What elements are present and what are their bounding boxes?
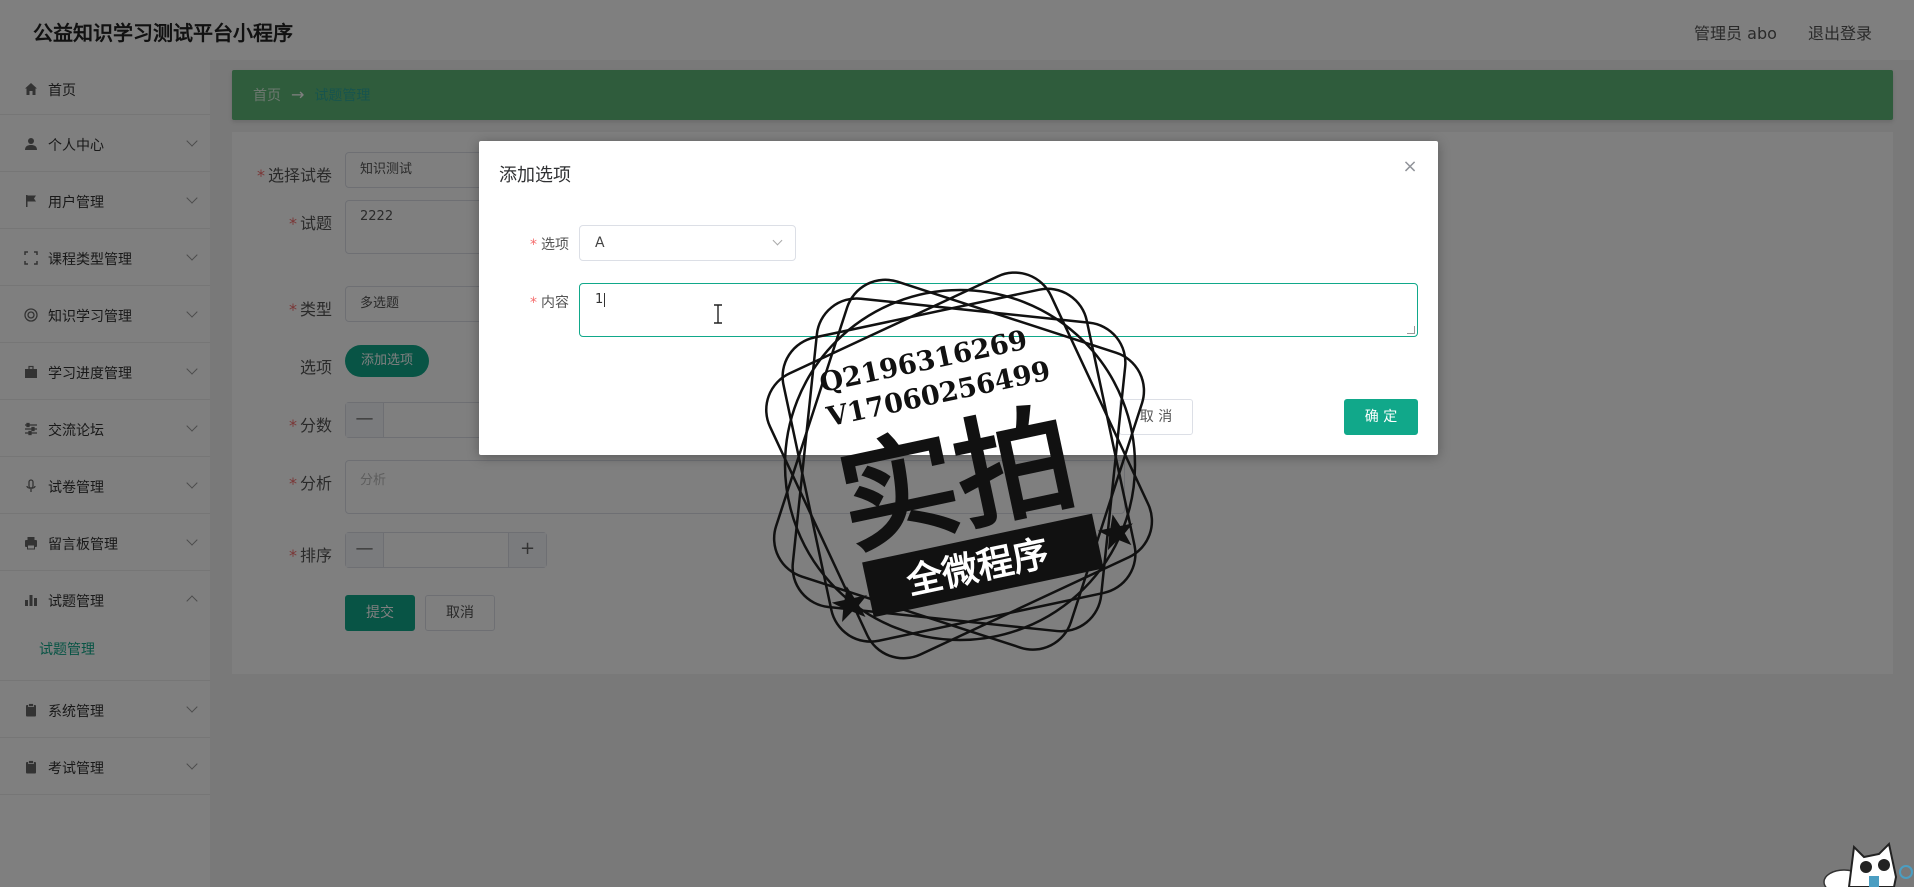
mascot-icon <box>1823 841 1913 887</box>
close-icon[interactable]: × <box>1400 157 1420 177</box>
text-caret <box>604 292 606 307</box>
dialog-confirm-button[interactable]: 确 定 <box>1344 399 1418 435</box>
dialog-title: 添加选项 <box>499 165 571 186</box>
text-cursor-icon <box>714 304 722 324</box>
option-label: * 选项 <box>530 237 569 253</box>
option-select-value: A <box>595 235 605 251</box>
watermark-stamp-icon: Q2196316269 V17060256499 实拍 全微程序 <box>765 271 1154 660</box>
chevron-down-icon <box>772 235 783 246</box>
content-value: 1 <box>595 292 604 307</box>
resize-handle-icon[interactable] <box>1407 326 1415 334</box>
content-label: * 内容 <box>530 295 569 311</box>
